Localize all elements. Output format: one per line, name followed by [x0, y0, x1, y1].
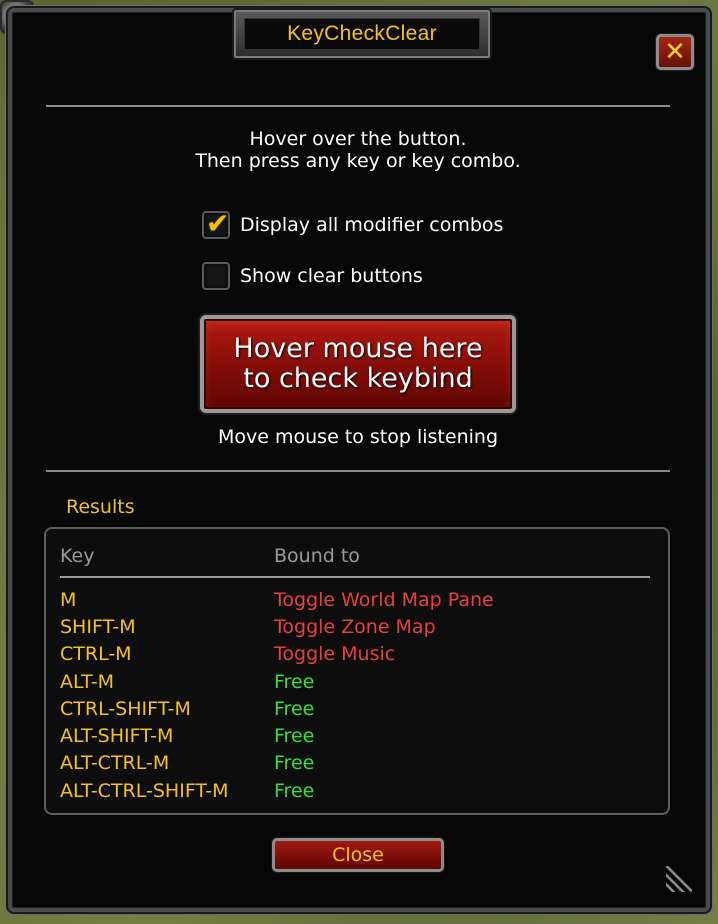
row-bound-to: Free — [274, 779, 315, 802]
instructions-line-1: Hover over the button. — [249, 128, 467, 150]
instructions-line-2: Then press any key or key combo. — [195, 150, 521, 172]
results-row: CTRL-M Toggle Music — [60, 641, 660, 668]
row-bound-to: Toggle Music — [274, 643, 396, 666]
close-button[interactable]: Close — [272, 838, 444, 872]
row-bound-to: Toggle World Map Pane — [274, 588, 494, 611]
results-list: M Toggle World Map Pane SHIFT-M Toggle Z… — [60, 586, 660, 804]
show-clear-buttons-label[interactable]: Show clear buttons — [240, 265, 423, 287]
row-key: ALT-CTRL-SHIFT-M — [60, 779, 229, 802]
window-title: KeyCheckClear — [287, 22, 437, 45]
row-bound-to: Free — [274, 725, 315, 748]
option-show-clear-buttons[interactable]: Show clear buttons — [202, 262, 423, 290]
display-all-modifier-combos-checkbox[interactable]: ✔ — [202, 207, 230, 240]
option-display-all-modifier-combos[interactable]: ✔ Display all modifier combos — [202, 207, 503, 240]
resize-grip-icon[interactable] — [666, 866, 692, 892]
title-plate[interactable]: KeyCheckClear — [232, 8, 492, 60]
row-bound-to: Free — [274, 670, 315, 693]
show-clear-buttons-checkbox[interactable] — [202, 262, 230, 290]
checkmark-icon: ✔ — [206, 207, 230, 240]
column-header-bound-to: Bound to — [274, 545, 360, 567]
close-x-icon[interactable]: ✕ — [656, 34, 694, 70]
row-bound-to: Free — [274, 752, 315, 775]
results-heading: Results — [66, 496, 135, 518]
results-row: M Toggle World Map Pane — [60, 586, 660, 613]
results-row: ALT-M Free — [60, 668, 660, 695]
row-key: CTRL-M — [60, 643, 132, 666]
instructions: Hover over the button. Then press any ke… — [46, 128, 670, 172]
column-header-key: Key — [60, 545, 95, 567]
results-row: SHIFT-M Toggle Zone Map — [60, 613, 660, 640]
row-key: ALT-SHIFT-M — [60, 725, 174, 748]
stop-listening-hint: Move mouse to stop listening — [218, 426, 498, 448]
middle-divider — [46, 470, 670, 472]
row-key: ALT-M — [60, 670, 115, 693]
title-inner: KeyCheckClear — [244, 18, 480, 50]
hover-check-keybind-label: Hover mouse here to check keybind — [233, 333, 483, 394]
row-key: M — [60, 588, 77, 611]
results-row: ALT-SHIFT-M Free — [60, 722, 660, 749]
row-key: ALT-CTRL-M — [60, 752, 170, 775]
display-all-modifier-combos-label[interactable]: Display all modifier combos — [240, 214, 503, 236]
row-bound-to: Free — [274, 697, 315, 720]
row-key: SHIFT-M — [60, 615, 136, 638]
results-row: ALT-CTRL-SHIFT-M Free — [60, 777, 660, 804]
top-divider — [46, 105, 670, 107]
row-bound-to: Toggle Zone Map — [274, 615, 436, 638]
results-row: ALT-CTRL-M Free — [60, 750, 660, 777]
row-key: CTRL-SHIFT-M — [60, 697, 191, 720]
hover-check-keybind-button[interactable]: Hover mouse here to check keybind — [200, 315, 516, 413]
results-row: CTRL-SHIFT-M Free — [60, 695, 660, 722]
results-header-divider — [60, 576, 650, 578]
